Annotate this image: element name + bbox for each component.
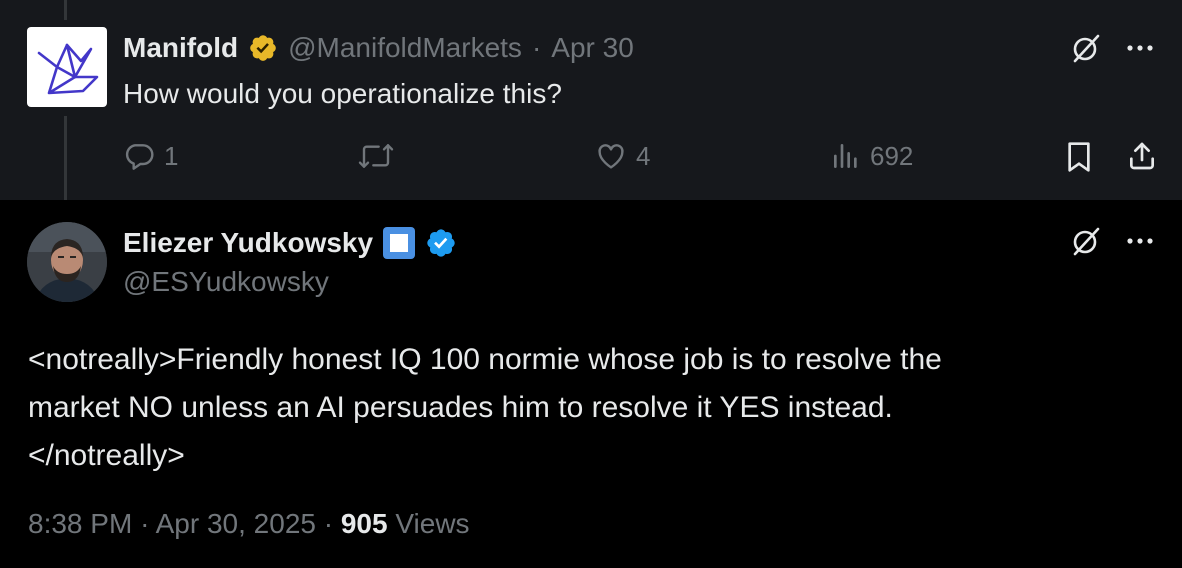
blue-square-emoji-icon — [383, 227, 416, 259]
tweet-date[interactable]: Apr 30, 2025 — [156, 508, 316, 539]
reply-icon — [125, 144, 154, 170]
like-icon — [598, 144, 624, 169]
tweet-text: <notreally>Friendly honest IQ 100 normie… — [28, 336, 1138, 480]
views-button[interactable]: 692 — [830, 140, 913, 172]
parent-author-name[interactable]: Manifold — [123, 32, 238, 64]
tweet-time[interactable]: 8:38 PM — [28, 508, 132, 539]
manifold-logo[interactable] — [27, 27, 107, 107]
like-count: 4 — [636, 140, 651, 171]
bookmark-icon[interactable] — [1062, 140, 1096, 174]
tweet-text-line: market NO unless an AI persuades him to … — [28, 391, 893, 424]
like-button[interactable]: 4 — [594, 140, 650, 172]
parent-tweet[interactable]: Manifold @ManifoldMarkets · Apr 30 How w… — [0, 0, 1182, 200]
views-icon — [834, 144, 857, 168]
main-header: Eliezer Yudkowsky — [123, 225, 457, 261]
reply-count: 1 — [164, 140, 179, 171]
author-photo-icon — [27, 222, 107, 302]
more-icon[interactable] — [1122, 227, 1158, 255]
parent-header: Manifold @ManifoldMarkets · Apr 30 — [123, 31, 634, 65]
grok-icon[interactable] — [1068, 223, 1104, 259]
avatar[interactable] — [27, 222, 107, 302]
reply-button[interactable]: 1 — [122, 140, 178, 172]
meta-separator: · — [323, 508, 334, 539]
author-handle[interactable]: @ESYudkowsky — [123, 266, 329, 298]
parent-author-handle[interactable]: @ManifoldMarkets — [288, 32, 522, 64]
tweet-text-line: <notreally>Friendly honest IQ 100 normie… — [28, 343, 942, 376]
thread-line-top — [64, 0, 67, 20]
repost-button[interactable] — [357, 140, 403, 172]
grok-icon[interactable] — [1068, 30, 1104, 66]
views-count: 692 — [870, 140, 914, 171]
verified-badge-icon[interactable] — [425, 227, 457, 259]
header-separator: · — [531, 32, 542, 63]
meta-separator: · — [140, 508, 150, 539]
tweet-text-line: </notreally> — [28, 439, 185, 472]
repost-icon — [358, 144, 394, 168]
tweet-meta: 8:38 PM · Apr 30, 2025 · 905 Views — [28, 508, 470, 540]
author-name[interactable]: Eliezer Yudkowsky — [123, 227, 373, 259]
parent-tweet-text: How would you operationalize this? — [123, 78, 562, 109]
parent-date[interactable]: Apr 30 — [551, 32, 634, 64]
thread-line-mid — [64, 116, 67, 200]
views-number: 905 — [340, 508, 388, 539]
share-icon[interactable] — [1124, 138, 1160, 174]
more-icon[interactable] — [1122, 34, 1158, 62]
views-label: Views — [395, 508, 470, 539]
gold-verified-badge-icon[interactable] — [248, 33, 278, 63]
manifold-crane-icon — [37, 43, 99, 95]
